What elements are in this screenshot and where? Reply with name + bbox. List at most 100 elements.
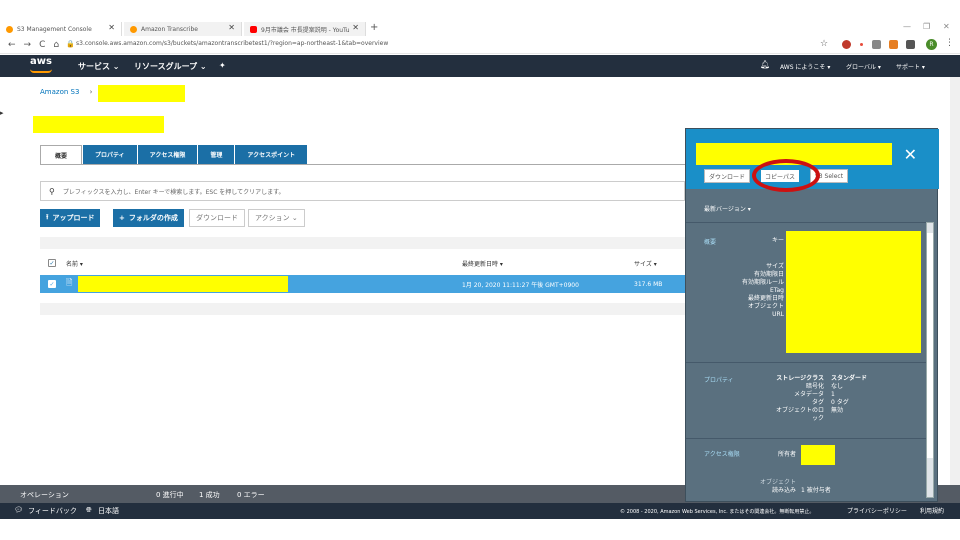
- close-window-icon[interactable]: ✕: [943, 22, 950, 31]
- select-all-checkbox[interactable]: ✓: [48, 259, 56, 267]
- breadcrumb: Amazon S3 ›: [40, 88, 92, 96]
- aws-smile-icon: [30, 69, 52, 73]
- console-footer: 💬︎ フィードバック 🌐︎ 日本語 © 2008 - 2020, Amazon …: [0, 503, 960, 519]
- properties-label: プロパティ: [704, 377, 734, 384]
- privacy-link[interactable]: プライバシーポリシー: [847, 506, 907, 515]
- row-checkbox[interactable]: ✓: [48, 280, 56, 288]
- aws-favicon-icon: [130, 25, 137, 33]
- browser-menu-icon[interactable]: ⋮: [945, 38, 954, 48]
- tab-access-points[interactable]: アクセスポイント: [235, 145, 308, 164]
- lock-icon: 🔒: [66, 40, 75, 48]
- feedback-link[interactable]: フィードバック: [28, 506, 77, 516]
- services-menu[interactable]: サービス ⌄: [78, 61, 120, 72]
- globe-icon: 🌐︎: [86, 506, 92, 514]
- bell-icon[interactable]: 🔔︎: [760, 60, 770, 69]
- region-menu[interactable]: グローバル ▾: [846, 62, 881, 71]
- col-name-header[interactable]: 名前 ▾: [66, 259, 83, 268]
- bookmark-star-icon[interactable]: ☆: [820, 39, 828, 49]
- resource-groups-menu[interactable]: リソースグループ ⌄: [134, 61, 207, 72]
- read-label: 読み込み: [771, 487, 796, 494]
- collapse-arrow-icon[interactable]: ▸: [0, 109, 4, 117]
- youtube-favicon-icon: [250, 25, 257, 33]
- tab-overview[interactable]: 概要: [40, 145, 83, 164]
- language-selector[interactable]: 日本語: [98, 506, 119, 516]
- close-panel-icon[interactable]: ✕: [904, 145, 917, 164]
- copyright-text: © 2008 - 2020, Amazon Web Services, Inc.…: [620, 509, 815, 515]
- breadcrumb-separator: ›: [89, 88, 93, 96]
- metadata-label: メタデータ: [793, 391, 824, 398]
- s3-favicon-icon: [6, 25, 13, 33]
- extension-shield-icon[interactable]: [842, 40, 851, 49]
- redacted-file-name: [78, 276, 288, 292]
- browser-tab-bar: S3 Management Console ✕ Amazon Transcrib…: [0, 0, 960, 36]
- forward-icon[interactable]: →: [24, 40, 32, 50]
- tags-value: 0 タグ: [831, 399, 849, 406]
- create-folder-button[interactable]: + フォルダの作成: [113, 209, 184, 227]
- new-tab-button[interactable]: +: [370, 22, 378, 33]
- col-modified-header[interactable]: 最終更新日時 ▾: [462, 259, 503, 268]
- red-highlight-circle: [752, 159, 820, 192]
- file-icon: 🗎: [66, 278, 73, 287]
- tab-properties[interactable]: プロパティ: [83, 145, 137, 164]
- close-tab-icon[interactable]: ✕: [352, 23, 359, 32]
- expiry-date-label: 有効期限日: [753, 271, 784, 278]
- etag-label: ETag: [770, 287, 784, 294]
- extension-dot-icon[interactable]: [860, 43, 863, 46]
- col-size-header[interactable]: サイズ ▾: [634, 259, 657, 268]
- panel-scrollbar[interactable]: [926, 222, 934, 498]
- ops-error: 0 エラー: [237, 491, 265, 499]
- panel-header: ✕ ダウンロード コピーパス S3 Select: [686, 129, 939, 192]
- pin-icon[interactable]: ✦: [219, 61, 226, 70]
- actions-button[interactable]: アクション ⌄: [248, 209, 305, 227]
- expiry-rule-label: 有効期限ルール: [741, 279, 784, 286]
- close-tab-icon[interactable]: ✕: [228, 23, 235, 32]
- latest-version-dropdown[interactable]: 最新バージョン ▾: [704, 204, 751, 213]
- account-menu[interactable]: AWS にようこそ ▾: [780, 62, 830, 71]
- tab-management[interactable]: 管理: [198, 145, 235, 164]
- browser-tab-youtube[interactable]: 9月市議会 市長提案説明 - YouTu ✕: [244, 22, 366, 36]
- access-section: アクセス権限 所有者 オブジェクト 読み込み 1 被付与者: [686, 438, 928, 502]
- encryption-label: 暗号化: [805, 383, 824, 390]
- overview-label: 概要: [704, 239, 717, 246]
- search-input[interactable]: ⚲ プレフィックスを入力し、Enter キーで検索します。ESC を押してクリア…: [40, 181, 685, 201]
- minimize-icon[interactable]: —: [903, 22, 911, 31]
- key-label: キー: [771, 237, 784, 244]
- browser-tab-transcribe[interactable]: Amazon Transcribe ✕: [124, 22, 242, 36]
- create-folder-label: フォルダの作成: [128, 214, 178, 222]
- restore-icon[interactable]: ❐: [923, 22, 930, 31]
- object-label: オブジェクト: [759, 479, 796, 486]
- encryption-value: なし: [831, 383, 844, 390]
- breadcrumb-amazon-s3[interactable]: Amazon S3: [40, 88, 79, 96]
- extension-icon[interactable]: [906, 40, 915, 49]
- table-row[interactable]: ✓ 🗎 1月 20, 2020 11:11:27 午後 GMT+0900 317…: [40, 275, 685, 293]
- upload-button[interactable]: ⭱ アップロード: [40, 209, 101, 227]
- search-icon: ⚲: [49, 186, 55, 196]
- support-menu[interactable]: サポート ▾: [896, 62, 925, 71]
- extension-icon[interactable]: [872, 40, 881, 49]
- aws-logo[interactable]: aws: [30, 56, 52, 67]
- upload-label: アップロード: [52, 214, 95, 222]
- panel-download-button[interactable]: ダウンロード: [704, 169, 751, 183]
- object-url-label: オブジェクト URL: [747, 303, 784, 318]
- tab-title: Amazon Transcribe: [141, 25, 198, 33]
- terms-link[interactable]: 利用規約: [920, 506, 944, 515]
- tab-title: 9月市議会 市長提案説明 - YouTu: [261, 26, 350, 34]
- url-field[interactable]: s3.console.aws.amazon.com/s3/buckets/ama…: [76, 40, 388, 47]
- operations-label: オペレーション: [20, 491, 69, 499]
- profile-avatar[interactable]: R: [926, 39, 937, 50]
- home-icon[interactable]: ⌂: [53, 40, 59, 50]
- tab-bar: 概要 プロパティ アクセス権限 管理 アクセスポイント: [40, 145, 308, 164]
- panel-scrollbar-thumb[interactable]: [927, 233, 933, 458]
- table-footer: [40, 303, 685, 315]
- tab-permissions[interactable]: アクセス権限: [137, 145, 198, 164]
- extension-icon[interactable]: [889, 40, 898, 49]
- close-tab-icon[interactable]: ✕: [108, 23, 115, 32]
- row-modified: 1月 20, 2020 11:11:27 午後 GMT+0900: [462, 281, 579, 289]
- download-button[interactable]: ダウンロード: [189, 209, 245, 227]
- plus-icon: +: [119, 214, 125, 222]
- ops-in-progress: 0 進行中: [156, 491, 184, 499]
- page-scrollbar[interactable]: [950, 77, 960, 485]
- back-icon[interactable]: ←: [8, 40, 16, 50]
- reload-icon[interactable]: C: [39, 40, 45, 50]
- browser-tab-s3[interactable]: S3 Management Console ✕: [0, 22, 122, 36]
